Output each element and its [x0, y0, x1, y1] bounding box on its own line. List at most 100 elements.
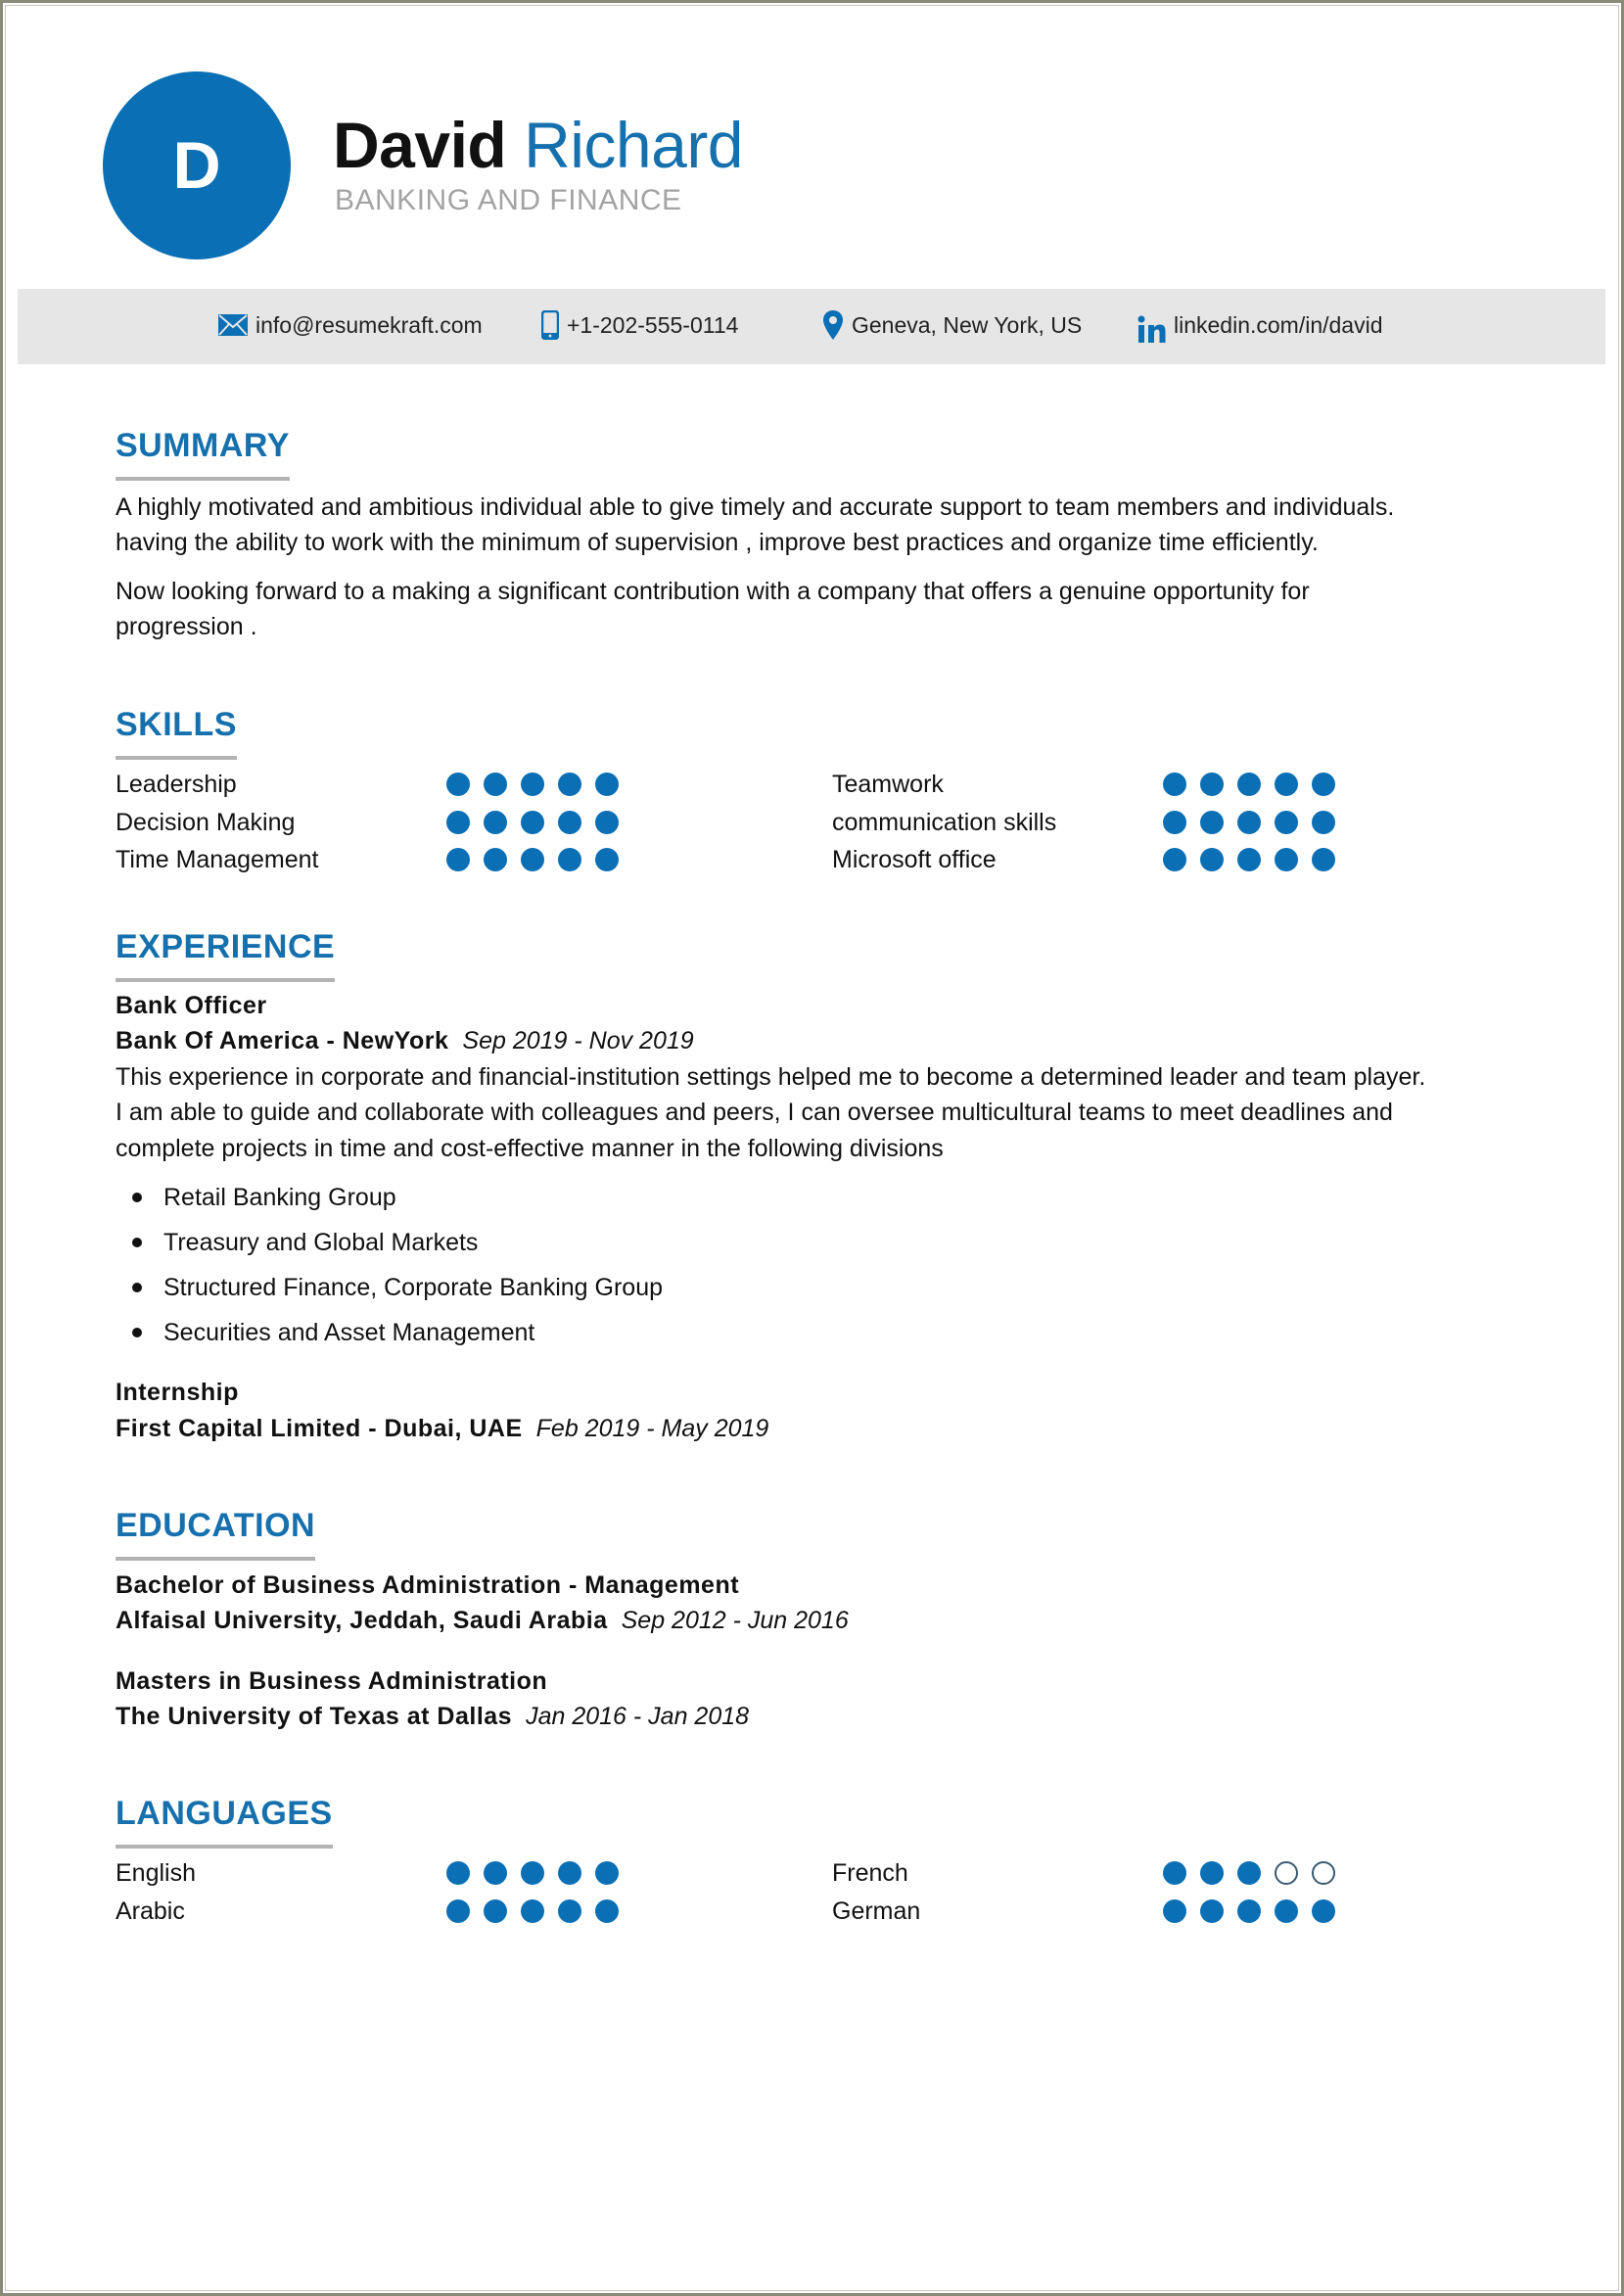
language-rating — [446, 1861, 619, 1885]
rating-dot-filled-icon — [1275, 773, 1298, 796]
rating-dot-filled-icon — [484, 848, 507, 871]
job-bullet: Structured Finance, Corporate Banking Gr… — [132, 1270, 663, 1305]
rating-dot-filled-icon — [558, 773, 581, 796]
rating-dot-filled-icon — [595, 773, 619, 796]
rating-dot-filled-icon — [1163, 1861, 1186, 1885]
skill-name: Teamwork — [832, 771, 944, 798]
linkedin-text: linkedin.com/in/david — [1174, 311, 1383, 338]
first-name: David — [333, 109, 507, 181]
job-title: Bank Officer — [116, 992, 267, 1019]
education-degree: Bachelor of Business Administration - Ma… — [116, 1571, 740, 1599]
job-description-line: I am able to guide and collaborate with … — [116, 1099, 1393, 1126]
rating-dot-filled-icon — [1275, 810, 1298, 834]
rating-dot-filled-icon — [1275, 1898, 1298, 1923]
education-degree: Masters in Business Administration — [116, 1667, 548, 1695]
skill-rating — [446, 848, 619, 871]
rating-dot-filled-icon — [1200, 1861, 1224, 1885]
rating-dot-filled-icon — [484, 773, 507, 796]
rating-dot-filled-icon — [558, 848, 581, 871]
job-title: Internship — [116, 1379, 239, 1406]
languages-underline — [116, 1845, 333, 1849]
skill-name: Time Management — [116, 846, 319, 873]
rating-dot-filled-icon — [521, 1861, 544, 1885]
bullet-text: Retail Banking Group — [163, 1184, 396, 1211]
rating-dot-filled-icon — [1237, 1898, 1261, 1923]
bullet-text: Treasury and Global Markets — [163, 1229, 479, 1256]
education-school-line: The University of Texas at Dallas Jan 201… — [116, 1699, 749, 1734]
job-company-line: Bank Of America - NewYork Sep 2019 - Nov … — [116, 1023, 694, 1058]
avatar-initial: D — [172, 128, 221, 203]
avatar: D — [103, 71, 291, 259]
rating-dot-empty-icon — [1275, 1861, 1298, 1885]
rating-dot-filled-icon — [446, 810, 470, 834]
job-company: Bank Of America - NewYork — [116, 1027, 449, 1054]
summary-line: Now looking forward to a making a signif… — [116, 578, 1310, 605]
skill-rating — [1163, 810, 1335, 834]
rating-dot-filled-icon — [484, 1898, 507, 1923]
rating-dot-filled-icon — [1200, 1898, 1224, 1923]
job-bullet: Retail Banking Group — [132, 1180, 396, 1215]
contact-phone[interactable]: +1-202-555-0114 — [541, 307, 738, 343]
skill-name: communication skills — [832, 808, 1057, 836]
language-name: German — [832, 1897, 921, 1925]
rating-dot-filled-icon — [1200, 773, 1224, 796]
education-school: Alfaisal University, Jeddah, Saudi Arabi… — [116, 1607, 608, 1634]
rating-dot-filled-icon — [1163, 773, 1186, 796]
job-dates: Feb 2019 - May 2019 — [535, 1415, 769, 1442]
bullet-icon — [132, 1283, 142, 1292]
rating-dot-filled-icon — [446, 773, 470, 796]
skill-name: Decision Making — [116, 808, 296, 836]
education-heading-text: EDUCATION — [116, 1507, 316, 1544]
rating-dot-filled-icon — [1163, 1898, 1186, 1923]
contact-bar: info@resumekraft.com +1-202-555-0114 Gen… — [18, 289, 1605, 364]
rating-dot-filled-icon — [521, 1898, 544, 1923]
contact-email[interactable]: info@resumekraft.com — [218, 307, 483, 343]
rating-dot-filled-icon — [1312, 848, 1335, 871]
experience-underline — [116, 978, 336, 982]
skill-rating — [1163, 773, 1335, 796]
location-text: Geneva, New York, US — [852, 311, 1083, 338]
skills-underline — [116, 756, 237, 760]
rating-dot-filled-icon — [558, 1898, 581, 1923]
skills-heading-text: SKILLS — [116, 706, 237, 743]
rating-dot-filled-icon — [1200, 848, 1224, 871]
rating-dot-filled-icon — [558, 1861, 581, 1885]
education-school-line: Alfaisal University, Jeddah, Saudi Arabi… — [116, 1603, 849, 1638]
rating-dot-filled-icon — [521, 848, 544, 871]
rating-dot-filled-icon — [1163, 848, 1186, 871]
contact-linkedin[interactable]: linkedin.com/in/david — [1137, 307, 1383, 343]
language-name: Arabic — [116, 1897, 185, 1925]
job-title: BANKING AND FINANCE — [335, 184, 682, 216]
languages-heading-text: LANGUAGES — [116, 1795, 333, 1832]
language-name: English — [116, 1859, 196, 1887]
rating-dot-filled-icon — [1237, 848, 1261, 871]
rating-dot-filled-icon — [595, 1898, 619, 1923]
summary-heading-text: SUMMARY — [116, 427, 290, 464]
summary-line: progression . — [116, 613, 257, 640]
rating-dot-filled-icon — [595, 848, 619, 871]
job-company-line: First Capital Limited - Dubai, UAE Feb 20… — [116, 1411, 768, 1446]
education-dates: Jan 2016 - Jan 2018 — [526, 1703, 750, 1730]
rating-dot-filled-icon — [446, 1898, 470, 1923]
experience-heading: EXPERIENCE — [116, 927, 336, 982]
education-dates: Sep 2012 - Jun 2016 — [621, 1607, 849, 1634]
languages-heading: LANGUAGES — [116, 1794, 333, 1849]
phone-icon — [541, 310, 559, 340]
rating-dot-filled-icon — [446, 1861, 470, 1885]
linkedin-icon — [1137, 315, 1166, 343]
rating-dot-filled-icon — [1312, 810, 1335, 834]
envelope-icon — [218, 314, 248, 336]
education-heading: EDUCATION — [116, 1506, 316, 1561]
job-description-line: complete projects in time and cost-effec… — [116, 1135, 944, 1162]
rating-dot-filled-icon — [1163, 810, 1186, 834]
rating-dot-filled-icon — [484, 810, 507, 834]
education-school: The University of Texas at Dallas — [116, 1703, 513, 1730]
last-name: Richard — [524, 109, 744, 181]
phone-text: +1-202-555-0114 — [567, 311, 739, 338]
rating-dot-filled-icon — [521, 810, 544, 834]
skill-rating — [446, 810, 619, 834]
summary-heading: SUMMARY — [116, 426, 290, 481]
language-name: French — [832, 1859, 908, 1887]
contact-location: Geneva, New York, US — [822, 307, 1082, 343]
job-company: First Capital Limited - Dubai, UAE — [116, 1415, 523, 1442]
